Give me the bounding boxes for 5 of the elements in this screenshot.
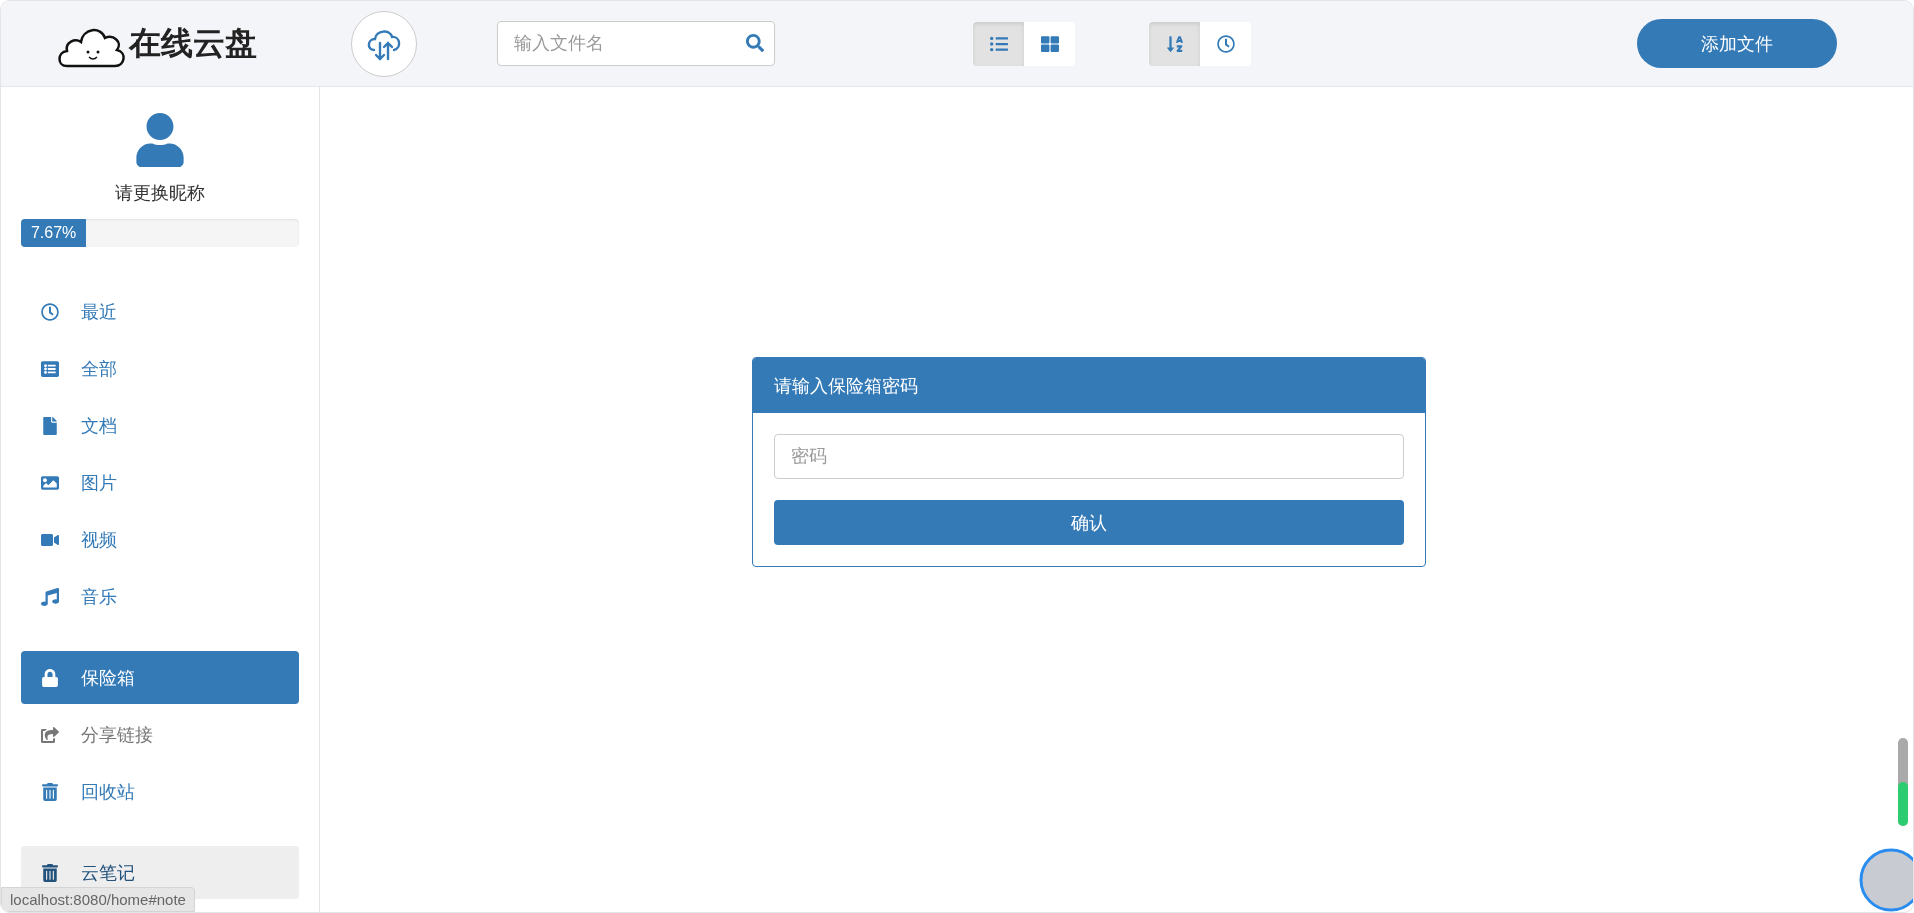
status-url-tooltip: localhost:8080/home#note — [1, 887, 195, 912]
nickname: 请更换昵称 — [115, 182, 205, 205]
storage-progress-fill: 7.67% — [21, 219, 87, 247]
app-title: 在线云盘 — [129, 23, 257, 63]
dialog-title: 请输入保险箱密码 — [752, 358, 1425, 413]
